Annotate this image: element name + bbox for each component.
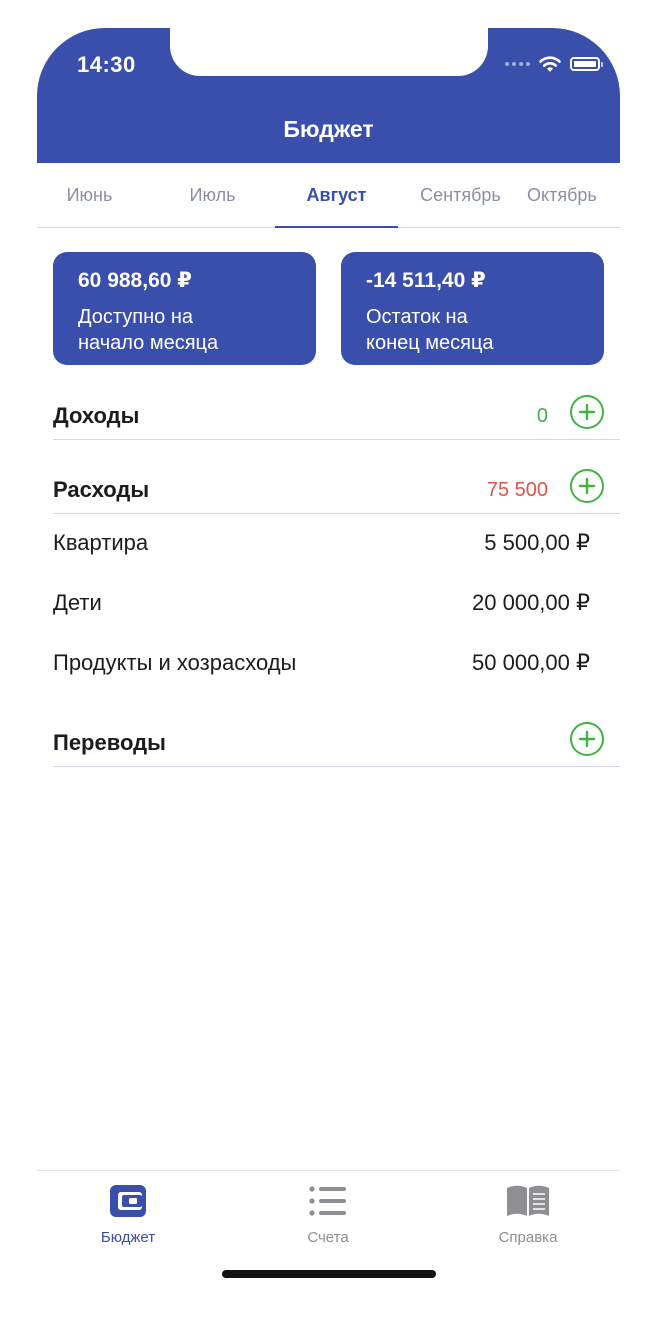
income-section-header: Доходы 0 (53, 395, 620, 440)
battery-icon (570, 57, 603, 71)
book-icon (468, 1183, 588, 1219)
signal-icon (505, 62, 530, 66)
status-time: 14:30 (77, 52, 136, 77)
wallet-icon (68, 1183, 188, 1219)
start-balance-label: Доступно на начало месяца (78, 306, 219, 354)
expense-name: Продукты и хозрасходы (53, 650, 297, 675)
device-notch (170, 28, 488, 76)
tab-september[interactable]: Сентябрь (399, 163, 522, 227)
transfers-title: Переводы (53, 730, 166, 755)
expense-row[interactable]: Продукты и хозрасходы 50 000,00 ₽ (53, 648, 590, 688)
navigation-header: 14:30 Бюджет (37, 28, 620, 163)
expenses-section-header: Расходы 75 500 (53, 469, 620, 514)
plus-icon (578, 730, 596, 748)
tab-october[interactable]: Октябрь (527, 163, 620, 227)
expense-row[interactable]: Дети 20 000,00 ₽ (53, 588, 590, 628)
expense-amount: 5 500,00 ₽ (484, 530, 590, 555)
tabbar-item-budget[interactable]: Бюджет (68, 1183, 188, 1246)
income-total: 0 (536, 405, 548, 427)
expense-row[interactable]: Квартира 5 500,00 ₽ (53, 528, 590, 568)
plus-icon (578, 477, 596, 495)
expense-amount: 20 000,00 ₽ (472, 590, 590, 615)
start-balance-amount: 60 988,60 ₽ (78, 269, 192, 292)
tabbar-item-help[interactable]: Справка (468, 1183, 588, 1246)
expenses-title: Расходы (53, 477, 150, 502)
expense-name: Квартира (53, 530, 149, 555)
status-icons (505, 54, 603, 74)
plus-icon (578, 403, 596, 421)
page-title: Бюджет (283, 116, 374, 142)
tabbar-label-accounts: Счета (307, 1229, 349, 1246)
tab-june[interactable]: Июнь (37, 163, 151, 227)
wifi-icon (539, 56, 561, 72)
end-balance-label: Остаток на конец месяца (366, 306, 494, 354)
expense-name: Дети (53, 590, 102, 615)
home-indicator (222, 1270, 436, 1278)
income-title: Доходы (53, 403, 140, 428)
add-expense-button[interactable] (570, 469, 604, 503)
start-balance-card[interactable]: 60 988,60 ₽ Доступно на начало месяца (53, 252, 316, 365)
tab-july[interactable]: Июль (151, 163, 274, 227)
add-income-button[interactable] (570, 395, 604, 429)
end-balance-card[interactable]: -14 511,40 ₽ Остаток на конец месяца (341, 252, 604, 365)
app-screen: 14:30 Бюджет Июнь Июль Август Сентябрь О… (37, 28, 620, 1298)
tabbar-label-help: Справка (498, 1229, 558, 1246)
tabbar-item-accounts[interactable]: Счета (268, 1183, 388, 1246)
tabbar-label-budget: Бюджет (100, 1229, 156, 1246)
month-tabs: Июнь Июль Август Сентябрь Октябрь (37, 163, 620, 228)
transfers-section-header: Переводы (53, 722, 620, 767)
list-icon (268, 1183, 388, 1219)
tab-august[interactable]: Август (275, 163, 398, 228)
add-transfer-button[interactable] (570, 722, 604, 756)
bottom-tab-bar: Бюджет Счета Справка (37, 1170, 620, 1298)
expense-amount: 50 000,00 ₽ (472, 650, 590, 675)
expenses-total: 75 500 (486, 479, 548, 501)
end-balance-amount: -14 511,40 ₽ (366, 269, 486, 292)
